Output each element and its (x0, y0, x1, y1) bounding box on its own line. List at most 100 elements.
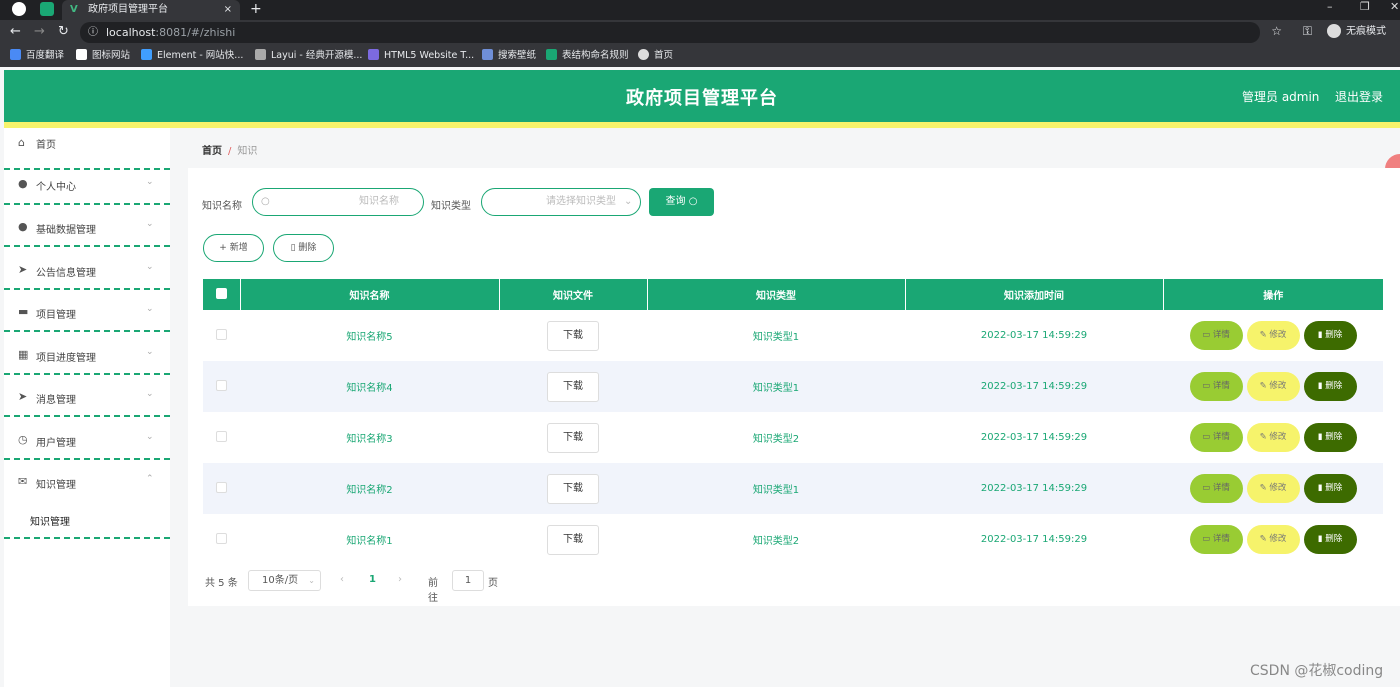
detail-button[interactable]: ▭ 详情 (1189, 525, 1243, 554)
detail-button[interactable]: ▭ 详情 (1189, 474, 1243, 503)
knowledge-name-cell: 知识名称2 (346, 485, 393, 496)
vue-icon: V (70, 4, 78, 15)
sidebar-item-basedata[interactable]: ● 基础数据管理 ⌄ (4, 205, 170, 247)
bookmark-item[interactable]: 表结构命名规则 (546, 45, 629, 67)
edit-button[interactable]: ✎ 修改 (1246, 321, 1300, 350)
goto-page-input[interactable]: 1 (452, 570, 484, 591)
chevron-down-icon: ⌄ (146, 177, 154, 187)
bookmark-item[interactable]: Layui - 经典开源模... (255, 45, 362, 67)
sidebar-item-progress[interactable]: ▦ 项目进度管理 ⌄ (4, 333, 170, 375)
sidebar-item-label: 首页 (36, 140, 56, 151)
download-button[interactable]: 下载 (547, 473, 599, 504)
page-number[interactable]: 1 (369, 574, 376, 585)
search-icon: ○ (261, 196, 270, 207)
row-checkbox[interactable] (216, 532, 227, 544)
bookmark-star-icon[interactable]: ☆ (1271, 24, 1282, 38)
reload-icon[interactable]: ↻ (58, 24, 69, 39)
back-icon[interactable]: ← (10, 24, 21, 39)
file-cell: 下载 (499, 310, 647, 361)
sidebar-item-users[interactable]: ◷ 用户管理 ⌄ (4, 418, 170, 460)
delete-button[interactable]: ▮ 删除 (1303, 423, 1357, 452)
chevron-down-icon: ⌄ (146, 432, 154, 442)
breadcrumb-separator: / (228, 146, 232, 157)
close-tab-icon[interactable]: × (224, 0, 232, 20)
content-panel: 知识名称 ○ 知识名称 知识类型 请选择知识类型 ⌄ 查询 ○ + 新增 ▯ 删… (188, 168, 1400, 606)
table-row: 知识名称3 下载 知识类型2 2022-03-17 14:59:29 ▭ 详情 ✎… (203, 412, 1383, 463)
delete-button[interactable]: ▮ 删除 (1303, 321, 1357, 350)
watermark: CSDN @花椒coding (1250, 663, 1384, 679)
added-time-cell: 2022-03-17 14:59:29 (980, 483, 1088, 494)
bookmark-item[interactable]: 图标网站 (76, 45, 130, 67)
next-page-icon[interactable]: › (398, 574, 402, 585)
restore-icon[interactable]: ❐ (1360, 0, 1370, 14)
knowledge-type-cell: 知识类型1 (752, 383, 800, 394)
select-all-checkbox[interactable] (215, 287, 227, 299)
add-button[interactable]: + 新增 (203, 234, 264, 262)
url-field[interactable]: ⓘ localhost:8081/#/zhishi (80, 22, 1260, 43)
download-button[interactable]: 下载 (547, 422, 599, 453)
detail-button[interactable]: ▭ 详情 (1189, 423, 1243, 452)
new-tab-button[interactable]: + (250, 0, 262, 18)
row-checkbox[interactable] (216, 481, 227, 493)
download-button[interactable]: 下载 (547, 524, 599, 555)
bookmark-item[interactable]: 百度翻译 (10, 45, 64, 67)
chevron-down-icon: ⌄ (624, 196, 633, 207)
sidebar-item-knowledge[interactable]: ✉ 知识管理 ⌃ (4, 460, 170, 509)
delete-button[interactable]: ▮ 删除 (1303, 372, 1357, 401)
edit-button[interactable]: ✎ 修改 (1246, 525, 1300, 554)
type-select[interactable]: 请选择知识类型 ⌄ (481, 188, 641, 216)
name-search-input[interactable]: ○ 知识名称 (252, 188, 424, 216)
delete-button[interactable]: ▮ 删除 (1303, 474, 1357, 503)
download-button[interactable]: 下载 (547, 320, 599, 351)
incognito-indicator[interactable]: 无痕模式 (1327, 24, 1386, 40)
sidebar-item-message[interactable]: ➤ 消息管理 ⌄ (4, 375, 170, 417)
key-icon[interactable]: ⚿ (1303, 24, 1312, 39)
name-search-placeholder: 知识名称 (359, 196, 399, 207)
logout-link[interactable]: 退出登录 (1335, 88, 1383, 105)
file-cell: 下载 (499, 463, 647, 514)
submenu-item-knowledge[interactable]: 知识管理 (4, 509, 170, 539)
sidebar-item-project[interactable]: ▬ 项目管理 ⌄ (4, 290, 170, 332)
user-icon: ● (18, 220, 28, 233)
sidebar-item-label: 个人中心 (36, 182, 76, 193)
forward-icon[interactable]: → (34, 24, 45, 39)
row-select-cell (203, 310, 240, 361)
address-bar-row: ← → ↻ ⓘ localhost:8081/#/zhishi ☆ ⚿ 无痕模式 (0, 20, 1400, 45)
bookmark-item[interactable]: HTML5 Website T... (368, 45, 474, 67)
app-tab-icon[interactable] (40, 2, 54, 16)
download-button[interactable]: 下载 (547, 371, 599, 402)
detail-button[interactable]: ▭ 详情 (1189, 321, 1243, 350)
active-tab[interactable]: V 政府项目管理平台 × (62, 0, 240, 20)
incognito-icon (1327, 24, 1341, 38)
send-icon: ➤ (18, 390, 28, 403)
table-row: 知识名称2 下载 知识类型1 2022-03-17 14:59:29 ▭ 详情 ✎… (203, 463, 1383, 514)
detail-button[interactable]: ▭ 详情 (1189, 372, 1243, 401)
breadcrumb-home[interactable]: 首页 (202, 146, 222, 157)
sidebar-item-notice[interactable]: ➤ 公告信息管理 ⌄ (4, 248, 170, 290)
user-icon: ● (18, 177, 28, 190)
delete-button[interactable]: ▮ 删除 (1303, 525, 1357, 554)
batch-delete-button[interactable]: ▯ 删除 (273, 234, 334, 262)
edit-button[interactable]: ✎ 修改 (1246, 423, 1300, 452)
bookmark-item[interactable]: 首页 (638, 45, 673, 67)
edit-button[interactable]: ✎ 修改 (1246, 474, 1300, 503)
row-checkbox[interactable] (216, 379, 227, 391)
knowledge-table: 知识名称 知识文件 知识类型 知识添加时间 操作 知识名称5 下载 知识类型1 … (203, 279, 1383, 565)
query-button[interactable]: 查询 ○ (649, 188, 714, 216)
page-size-select[interactable]: 10条/页 ⌄ (248, 570, 321, 591)
file-cell: 下载 (499, 412, 647, 463)
row-checkbox[interactable] (216, 328, 227, 340)
send-icon: ➤ (18, 263, 28, 276)
bookmark-item[interactable]: 搜索壁纸 (482, 45, 536, 67)
minimize-icon[interactable]: – (1327, 0, 1333, 14)
sidebar-item-personal[interactable]: ● 个人中心 ⌄ (4, 163, 170, 205)
prev-page-icon[interactable]: ‹ (340, 574, 344, 585)
query-label: 查询 (665, 196, 686, 207)
edit-button[interactable]: ✎ 修改 (1246, 372, 1300, 401)
close-window-icon[interactable]: ✕ (1390, 0, 1399, 14)
site-info-icon[interactable]: ⓘ (88, 22, 98, 43)
bookmark-item[interactable]: Element - 网站快... (141, 45, 243, 67)
row-checkbox[interactable] (216, 430, 227, 442)
table-body: 知识名称5 下载 知识类型1 2022-03-17 14:59:29 ▭ 详情 ✎… (203, 310, 1383, 565)
knowledge-type-cell: 知识类型2 (752, 536, 800, 547)
